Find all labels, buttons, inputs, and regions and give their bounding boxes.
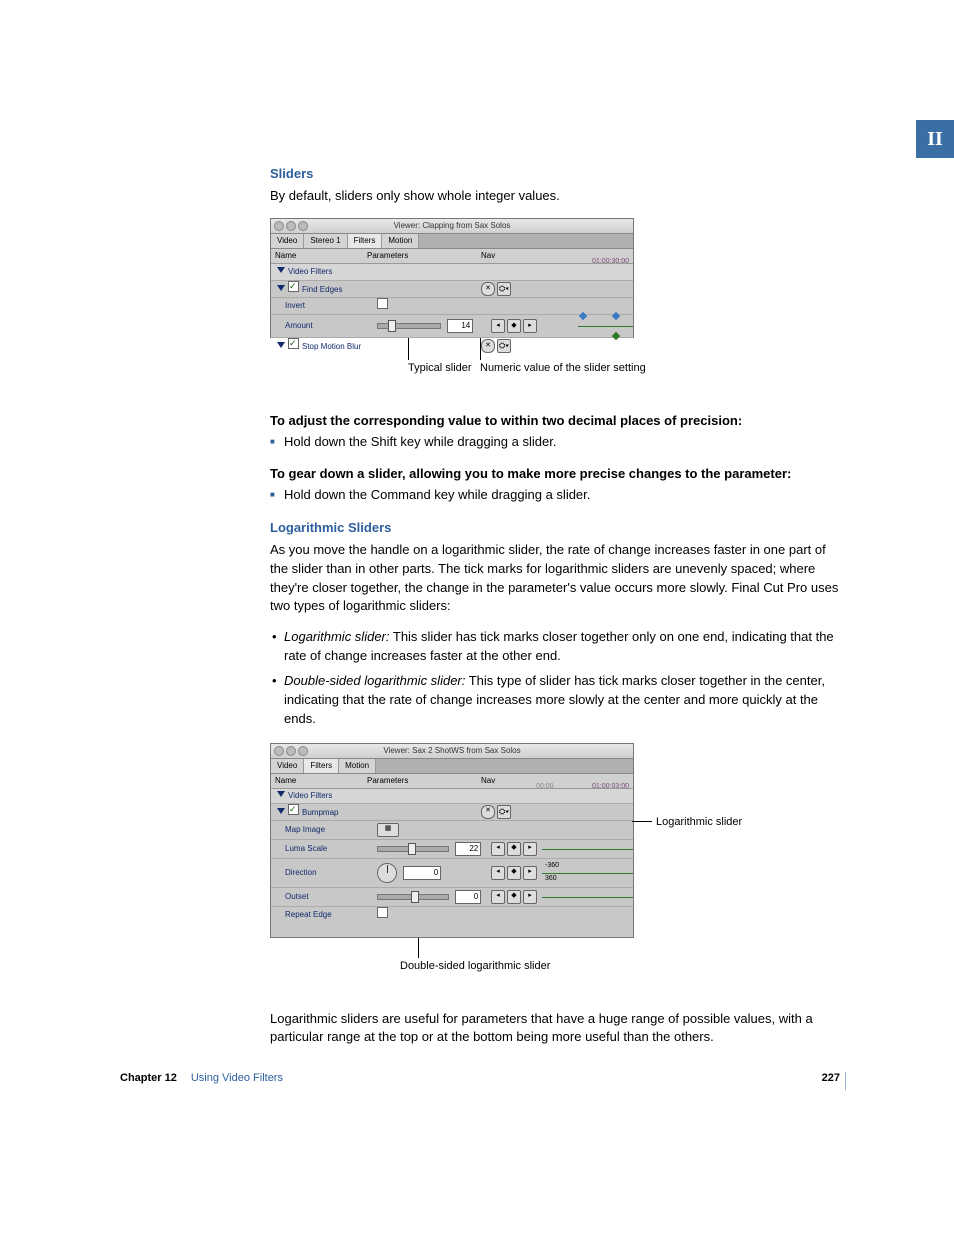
reset-button[interactable]: ✕	[481, 805, 495, 819]
reset-button[interactable]: ✕	[481, 282, 495, 296]
instruction-precision: To adjust the corresponding value to wit…	[270, 412, 840, 431]
window-title: Viewer: Sax 2 ShotWS from Sax Solos	[271, 744, 633, 758]
add-keyframe-button[interactable]: ◆	[507, 319, 521, 333]
col-parameters: Parameters	[363, 250, 477, 262]
para-log-summary: Logarithmic sliders are useful for param…	[270, 1010, 840, 1048]
window-controls[interactable]	[274, 221, 308, 231]
viewer-tabs[interactable]: Video Stereo 1 Filters Motion	[271, 234, 633, 249]
viewer-window-1: Viewer: Clapping from Sax Solos Video St…	[270, 218, 634, 338]
next-keyframe-button[interactable]: ▸	[523, 890, 537, 904]
invert-checkbox[interactable]	[377, 298, 388, 309]
row-repeat-edge: Repeat Edge	[271, 909, 373, 921]
row-video-filters[interactable]: Video Filters	[271, 790, 363, 802]
para-intro: By default, sliders only show whole inte…	[270, 187, 840, 206]
outset-value[interactable]: 0	[455, 890, 481, 904]
image-well[interactable]: ▦	[377, 823, 399, 837]
step-shift-drag: Hold down the Shift key while dragging a…	[270, 433, 840, 452]
figure-1: Viewer: Clapping from Sax Solos Video St…	[270, 218, 840, 390]
luma-scale-value[interactable]: 22	[455, 842, 481, 856]
callout-numeric-value: Numeric value of the slider setting	[480, 362, 646, 376]
callout-logarithmic-slider: Logarithmic slider	[656, 815, 742, 831]
chapter-number: Chapter 12	[120, 1071, 177, 1087]
tab-filters[interactable]: Filters	[348, 234, 383, 248]
def-double-sided-slider: Double-sided logarithmic slider: This ty…	[284, 672, 840, 729]
callout-double-sided-slider: Double-sided logarithmic slider	[400, 960, 550, 974]
next-keyframe-button[interactable]: ▸	[523, 866, 537, 880]
viewer-window-2: Viewer: Sax 2 ShotWS from Sax Solos Vide…	[270, 743, 634, 938]
prev-keyframe-button[interactable]: ◂	[491, 842, 505, 856]
callout-typical-slider: Typical slider	[408, 362, 472, 376]
add-keyframe-button[interactable]: ◆	[507, 842, 521, 856]
heading-log-sliders: Logarithmic Sliders	[270, 519, 840, 538]
page-number: 227	[822, 1071, 840, 1087]
row-amount: Amount	[271, 320, 373, 332]
heading-sliders: Sliders	[270, 165, 840, 184]
row-outset: Outset	[271, 891, 373, 903]
page-footer: Chapter 12 Using Video Filters 227	[120, 1071, 840, 1087]
options-button[interactable]: ⛭▾	[497, 282, 511, 296]
figure-2: Viewer: Sax 2 ShotWS from Sax Solos Vide…	[270, 743, 840, 988]
row-find-edges[interactable]: Find Edges	[271, 281, 363, 296]
viewer-tabs[interactable]: Video Filters Motion	[271, 759, 633, 774]
tab-stereo1[interactable]: Stereo 1	[304, 234, 347, 248]
tab-video[interactable]: Video	[271, 759, 304, 773]
next-keyframe-button[interactable]: ▸	[523, 842, 537, 856]
repeat-edge-checkbox[interactable]	[377, 907, 388, 918]
row-map-image: Map Image	[271, 824, 373, 836]
tab-filters[interactable]: Filters	[304, 759, 339, 773]
outset-slider[interactable]	[377, 894, 449, 900]
amount-slider[interactable]	[377, 323, 441, 329]
part-tab: II	[916, 120, 954, 158]
window-title: Viewer: Clapping from Sax Solos	[271, 219, 633, 233]
step-command-drag: Hold down the Command key while dragging…	[270, 486, 840, 505]
next-keyframe-button[interactable]: ▸	[523, 319, 537, 333]
col-parameters: Parameters	[363, 775, 477, 787]
row-bumpmap[interactable]: Bumpmap	[271, 804, 363, 819]
add-keyframe-button[interactable]: ◆	[507, 890, 521, 904]
tab-video[interactable]: Video	[271, 234, 304, 248]
col-name: Name	[271, 250, 363, 262]
chapter-title: Using Video Filters	[191, 1071, 283, 1087]
tab-motion[interactable]: Motion	[382, 234, 419, 248]
luma-scale-slider[interactable]	[377, 846, 449, 852]
col-name: Name	[271, 775, 363, 787]
row-luma-scale: Luma Scale	[271, 843, 373, 855]
row-invert: Invert	[271, 300, 373, 312]
options-button[interactable]: ⛭▾	[497, 805, 511, 819]
prev-keyframe-button[interactable]: ◂	[491, 866, 505, 880]
instruction-gear-down: To gear down a slider, allowing you to m…	[270, 465, 840, 484]
col-nav: Nav	[477, 775, 531, 787]
page-content: Sliders By default, sliders only show wh…	[270, 165, 840, 1059]
row-direction: Direction	[271, 867, 373, 879]
filter-enable-checkbox[interactable]	[288, 281, 299, 292]
direction-value[interactable]: 0	[403, 866, 441, 880]
def-logarithmic-slider: Logarithmic slider: This slider has tick…	[284, 628, 840, 666]
col-nav: Nav	[477, 250, 531, 262]
amount-value[interactable]: 14	[447, 319, 473, 333]
para-log-intro: As you move the handle on a logarithmic …	[270, 541, 840, 616]
window-controls[interactable]	[274, 746, 308, 756]
direction-dial[interactable]	[377, 863, 397, 883]
row-video-filters[interactable]: Video Filters	[271, 266, 363, 278]
filter-enable-checkbox[interactable]	[288, 804, 299, 815]
prev-keyframe-button[interactable]: ◂	[491, 319, 505, 333]
add-keyframe-button[interactable]: ◆	[507, 866, 521, 880]
prev-keyframe-button[interactable]: ◂	[491, 890, 505, 904]
tab-motion[interactable]: Motion	[339, 759, 376, 773]
